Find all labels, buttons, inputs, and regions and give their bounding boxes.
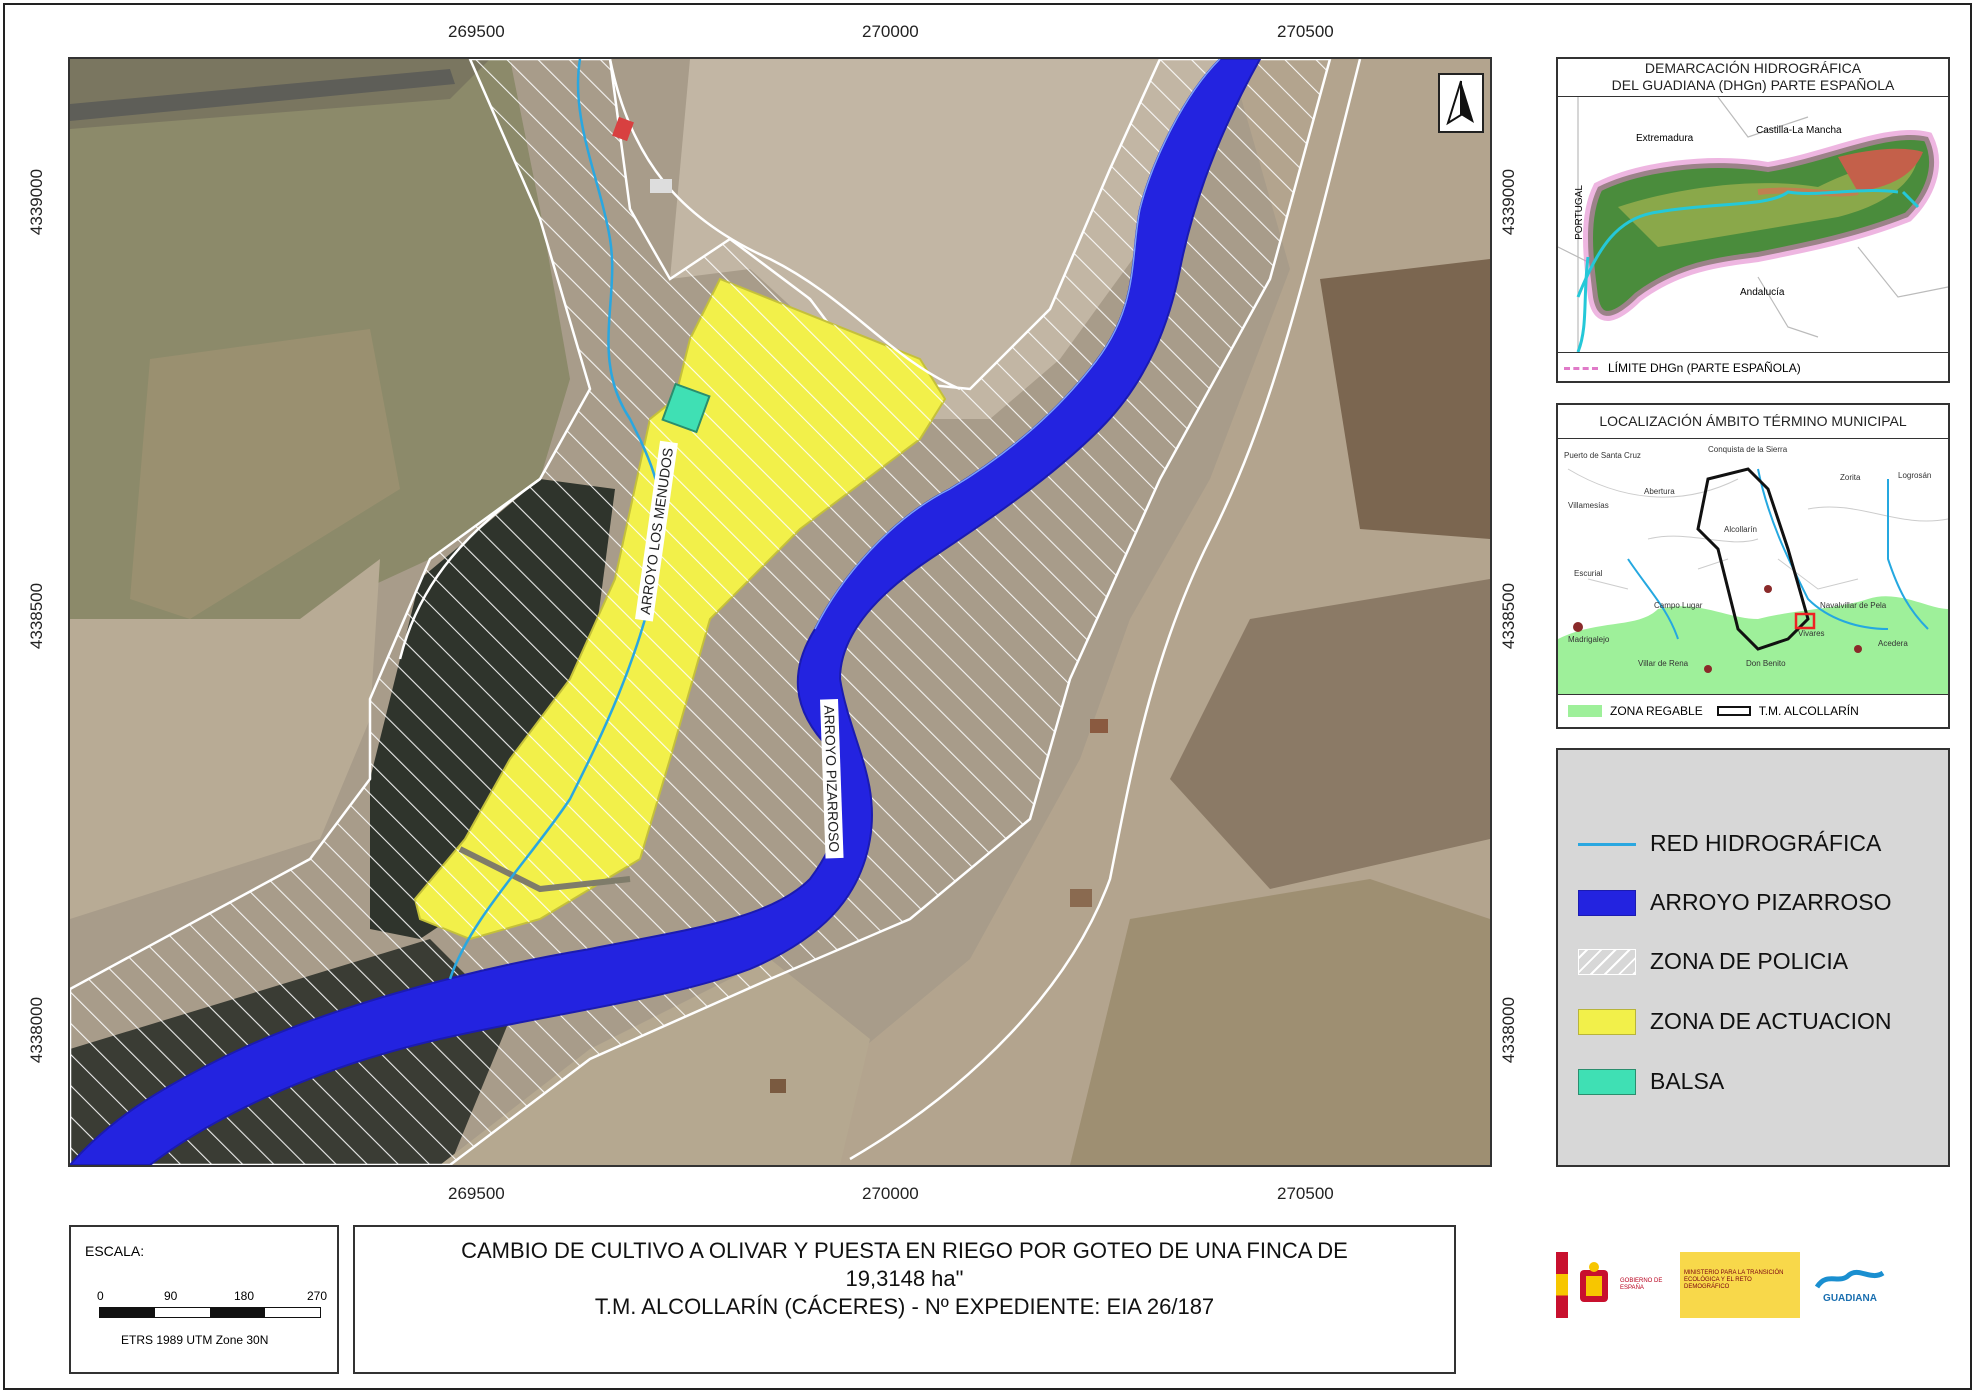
place-zorita: Zorita: [1840, 473, 1861, 482]
region-extremadura: Extremadura: [1636, 133, 1694, 144]
region-andalucia: Andalucía: [1740, 287, 1785, 298]
inset-demarcacion-title-2: DEL GUADIANA (DHGn) PARTE ESPAÑOLA: [1611, 77, 1895, 93]
legend-swatch-policia: [1578, 948, 1636, 975]
place-madrigalejo: Madrigalejo: [1568, 635, 1610, 644]
place-don-benito: Don Benito: [1746, 659, 1786, 668]
chg-wave-icon: [1815, 1269, 1885, 1289]
logos-block: GOBIERNO DE ESPAÑA MINISTERIO PARA LA TR…: [1556, 1252, 1950, 1318]
scale-projection: ETRS 1989 UTM Zone 30N: [121, 1333, 269, 1347]
coat-of-arms-icon: [1574, 1260, 1614, 1310]
legend-label-actuacion: ZONA DE ACTUACION: [1650, 1008, 1892, 1034]
legend-panel: RED HIDROGRÁFICA ARROYO PIZARROSO ZONA D…: [1556, 748, 1950, 1167]
chg-logo: GUADIANA: [1800, 1252, 1900, 1318]
place-villamesias: Villamesías: [1568, 501, 1609, 510]
legend-item-zona-actuacion: ZONA DE ACTUACION: [1578, 1008, 1892, 1035]
inset-demarcacion-legend: LÍMITE DHGn (PARTE ESPAÑOLA): [1558, 352, 1948, 383]
x-tick-top-2: 270000: [862, 22, 919, 41]
limite-dhgn-label: LÍMITE DHGn (PARTE ESPAÑOLA): [1608, 361, 1801, 375]
place-logrosan: Logrosán: [1898, 471, 1932, 480]
zona-regable-label: ZONA REGABLE: [1610, 704, 1703, 718]
inset-localizacion-title: LOCALIZACIÓN ÁMBITO TÉRMINO MUNICIPAL: [1558, 405, 1948, 439]
gobierno-logo-text: GOBIERNO DE ESPAÑA: [1620, 1278, 1663, 1291]
region-portugal: PORTUGAL: [1573, 185, 1585, 240]
scale-tick-180: 180: [234, 1289, 255, 1303]
inset-localizacion-legend: ZONA REGABLE T.M. ALCOLLARÍN: [1558, 694, 1948, 727]
region-castilla: Castilla-La Mancha: [1756, 125, 1842, 136]
chg-logo-text: GUADIANA: [1823, 1292, 1877, 1304]
y-tick-left-3: 4338000: [27, 996, 47, 1064]
legend-item-zona-policia: ZONA DE POLICIA: [1578, 948, 1848, 975]
y-tick-left-1: 4339000: [27, 168, 47, 236]
place-escurial: Escurial: [1574, 569, 1603, 578]
place-conquista: Conquista de la Sierra: [1708, 445, 1788, 454]
tm-alcollarin-swatch: [1716, 706, 1751, 716]
flag-icon: [1556, 1252, 1568, 1318]
limite-dhgn-swatch: [1564, 366, 1598, 370]
tm-alcollarin-label: T.M. ALCOLLARÍN: [1758, 704, 1859, 718]
place-navalvillar: Navalvillar de Pela: [1820, 601, 1887, 610]
place-campo-lugar: Campo Lugar: [1654, 601, 1703, 610]
main-map-canvas: [70, 59, 1490, 1165]
legend-label-arroyo: ARROYO PIZARROSO: [1650, 889, 1892, 915]
scale-tick-90: 90: [164, 1289, 178, 1303]
scale-box: ESCALA: 0 90 180 270 m ETRS 1989 UTM Zon…: [69, 1225, 339, 1374]
inset-demarcacion-title-1: DEMARCACIÓN HIDROGRÁFICA: [1644, 60, 1862, 76]
legend-item-arroyo-pizarroso: ARROYO PIZARROSO: [1578, 889, 1892, 916]
x-tick-bottom-1: 269500: [448, 1184, 505, 1203]
legend-swatch-arroyo: [1578, 889, 1636, 916]
x-tick-top-3: 270500: [1277, 22, 1334, 41]
title-line-3: T.M. ALCOLLARÍN (CÁCERES) - Nº EXPEDIENT…: [594, 1294, 1215, 1319]
place-alcollarin: Alcollarín: [1724, 525, 1757, 534]
inset-localizacion[interactable]: LOCALIZACIÓN ÁMBITO TÉRMINO MUNICIPAL Pu…: [1556, 403, 1950, 729]
place-villar-rena: Villar de Rena: [1638, 659, 1689, 668]
legend-swatch-balsa: [1578, 1068, 1636, 1095]
legend-label-balsa: BALSA: [1650, 1068, 1725, 1094]
legend-swatch-red: [1578, 831, 1636, 857]
scale-bar: [99, 1307, 321, 1318]
north-arrow-icon: [1438, 73, 1484, 133]
scale-tick-0: 0: [97, 1289, 104, 1303]
x-tick-top-1: 269500: [448, 22, 505, 41]
inset-demarcacion-map: Extremadura Castilla-La Mancha Andalucía…: [1558, 97, 1948, 352]
inset-demarcacion[interactable]: DEMARCACIÓN HIDROGRÁFICA DEL GUADIANA (D…: [1556, 57, 1950, 383]
place-vivares: Vivares: [1798, 629, 1825, 638]
main-map[interactable]: ARROYO LOS MENUDOS ARROYO PIZARROSO: [68, 57, 1492, 1167]
y-tick-left-2: 4338500: [27, 582, 47, 650]
title-line-2: 19,3148 ha": [845, 1266, 964, 1291]
title-line-1: CAMBIO DE CULTIVO A OLIVAR Y PUESTA EN R…: [461, 1238, 1348, 1263]
place-puerto: Puerto de Santa Cruz: [1564, 451, 1641, 460]
zona-regable-swatch: [1568, 705, 1602, 717]
y-tick-right-2: 4338500: [1499, 582, 1519, 650]
x-tick-bottom-3: 270500: [1277, 1184, 1334, 1203]
legend-label-red: RED HIDROGRÁFICA: [1650, 830, 1882, 856]
y-tick-right-3: 4338000: [1499, 996, 1519, 1064]
legend-item-balsa: BALSA: [1578, 1068, 1724, 1095]
place-abertura: Abertura: [1644, 487, 1675, 496]
legend-label-policia: ZONA DE POLICIA: [1650, 948, 1849, 974]
place-acedera: Acedera: [1878, 639, 1908, 648]
scale-label: ESCALA:: [85, 1243, 145, 1259]
ministerio-logo-text: MINISTERIO PARA LA TRANSICIÓN ECOLÓGICA …: [1680, 1252, 1800, 1318]
y-tick-right-1: 4339000: [1499, 168, 1519, 236]
title-box: CAMBIO DE CULTIVO A OLIVAR Y PUESTA EN R…: [353, 1225, 1456, 1374]
legend-item-red-hidrografica: RED HIDROGRÁFICA: [1578, 830, 1881, 857]
legend-swatch-actuacion: [1578, 1008, 1636, 1035]
inset-localizacion-map: Puerto de Santa Cruz Conquista de la Sie…: [1558, 439, 1948, 694]
x-tick-bottom-2: 270000: [862, 1184, 919, 1203]
